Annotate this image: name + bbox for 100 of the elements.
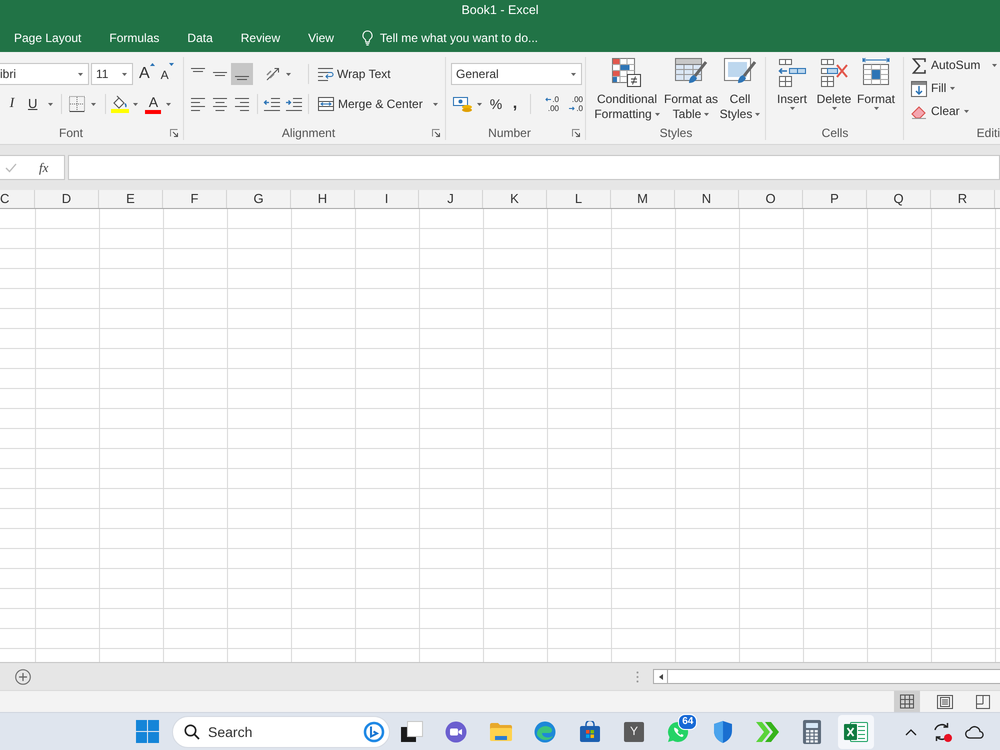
column-header[interactable]: J: [419, 190, 483, 208]
number-format-field[interactable]: General: [451, 63, 582, 85]
format-as-table-button[interactable]: Format as Table: [663, 55, 719, 123]
dialog-launcher-icon[interactable]: [170, 129, 178, 137]
eraser-icon: [911, 104, 927, 118]
italic-button[interactable]: I: [6, 93, 18, 115]
font-name-field[interactable]: ibri: [0, 63, 89, 85]
ribbon-tab[interactable]: Review: [226, 28, 294, 48]
caret-icon: [133, 102, 138, 106]
group-label: Alignment: [282, 126, 336, 140]
column-header[interactable]: Q: [867, 190, 931, 208]
font-color-button[interactable]: A: [145, 93, 172, 115]
calculator-icon[interactable]: [802, 720, 821, 744]
caret-icon: [286, 72, 291, 76]
grow-font-button[interactable]: A: [139, 63, 155, 85]
notification-badge: 64: [678, 714, 698, 730]
ribbon-tab[interactable]: Formulas: [95, 28, 174, 48]
page-break-icon[interactable]: [976, 694, 990, 708]
column-header[interactable]: G: [227, 190, 291, 208]
spreadsheet-icon[interactable]: [838, 714, 874, 748]
caret-icon: [571, 72, 576, 76]
folder-icon[interactable]: [488, 722, 513, 742]
underline-button[interactable]: U: [28, 93, 54, 115]
ring-logo-icon[interactable]: [363, 720, 385, 742]
indent-icon[interactable]: [285, 97, 303, 111]
text-angle-icon: [265, 66, 281, 82]
merge-center-button[interactable]: Merge & Center: [318, 93, 438, 115]
shrink-font-button[interactable]: A: [160, 63, 174, 85]
horizontal-scrollbar[interactable]: [653, 669, 1000, 684]
format-button[interactable]: Format: [855, 55, 897, 123]
dialog-launcher-icon[interactable]: [432, 129, 440, 137]
search-bar[interactable]: Search: [172, 716, 390, 748]
column-header[interactable]: O: [739, 190, 803, 208]
caret-icon: [964, 110, 969, 113]
ribbon-tab[interactable]: Page Layout: [0, 28, 96, 48]
letter-tile[interactable]: Y: [624, 722, 644, 742]
column-header[interactable]: L: [547, 190, 611, 208]
align-right-icon[interactable]: [234, 97, 250, 111]
shopping-bag-icon[interactable]: [578, 720, 601, 742]
borders-button[interactable]: [69, 93, 96, 115]
percent-button[interactable]: %: [489, 93, 503, 115]
money-icon: [453, 96, 473, 112]
check-icon[interactable]: [5, 162, 17, 172]
tell-me-field[interactable]: Tell me what you want to do...: [380, 30, 570, 46]
align-left-icon[interactable]: [190, 97, 206, 111]
fill-button[interactable]: Fill: [911, 78, 956, 100]
four-tiles-icon[interactable]: [136, 720, 159, 743]
page-layout-icon[interactable]: [937, 694, 953, 708]
lightbulb-icon[interactable]: [362, 30, 373, 46]
stacked-squares-icon[interactable]: [401, 720, 423, 742]
cloud-icon[interactable]: [964, 724, 985, 738]
align-bottom-icon[interactable]: [231, 63, 253, 85]
search-icon: [184, 724, 200, 740]
dialog-launcher-icon[interactable]: [572, 129, 580, 137]
column-header[interactable]: I: [355, 190, 419, 208]
shield-icon[interactable]: [712, 720, 734, 744]
increase-decimal-button[interactable]: .0 .00: [537, 93, 559, 115]
group-label: Number: [488, 126, 531, 140]
video-chat-icon[interactable]: [445, 720, 468, 742]
grid-icon[interactable]: [894, 691, 920, 712]
swirl-icon[interactable]: [534, 720, 556, 742]
comma-style-button[interactable]: ,: [509, 93, 521, 115]
wrap-text-icon: [317, 67, 334, 81]
ribbon-tab[interactable]: View: [294, 28, 348, 48]
align-center-icon[interactable]: [212, 97, 228, 111]
column-header[interactable]: C: [0, 190, 35, 208]
autosum-button[interactable]: AutoSum: [911, 54, 998, 76]
column-header[interactable]: F: [163, 190, 227, 208]
caret-icon: [166, 102, 172, 106]
grip-dots-icon[interactable]: [636, 670, 639, 682]
chevron-up-icon[interactable]: [904, 728, 917, 736]
column-header[interactable]: N: [675, 190, 739, 208]
column-header[interactable]: R: [931, 190, 995, 208]
column-header[interactable]: K: [483, 190, 547, 208]
formula-input[interactable]: [68, 155, 1000, 180]
clear-button[interactable]: Clear: [911, 100, 969, 122]
cell-styles-button[interactable]: Cell Styles: [719, 55, 761, 123]
fill-color-button[interactable]: [111, 93, 138, 115]
wrap-text-button[interactable]: Wrap Text: [317, 63, 391, 85]
column-header[interactable]: P: [803, 190, 867, 208]
add-icon[interactable]: [15, 668, 31, 684]
caret-icon: [477, 102, 482, 106]
conditional-formatting-button[interactable]: Conditional Formatting: [591, 55, 663, 123]
decrease-decimal-button[interactable]: .00 .0: [561, 93, 583, 115]
caret-icon: [654, 113, 660, 116]
caret-icon: [122, 72, 127, 76]
font-size-field[interactable]: 11: [91, 63, 133, 85]
column-header[interactable]: H: [291, 190, 355, 208]
column-header[interactable]: M: [611, 190, 675, 208]
ribbon-tab[interactable]: Data: [173, 28, 227, 48]
insert-button[interactable]: Insert: [771, 55, 813, 123]
borders-icon: [69, 96, 86, 112]
insert-function-button[interactable]: fx: [39, 158, 48, 178]
column-header[interactable]: E: [99, 190, 163, 208]
paint-bucket-icon: [111, 95, 130, 113]
column-header[interactable]: D: [35, 190, 99, 208]
search-field[interactable]: Search: [208, 722, 355, 742]
outdent-icon[interactable]: [263, 97, 281, 111]
delete-button[interactable]: Delete: [813, 55, 855, 123]
fill-down-icon: [911, 80, 927, 96]
